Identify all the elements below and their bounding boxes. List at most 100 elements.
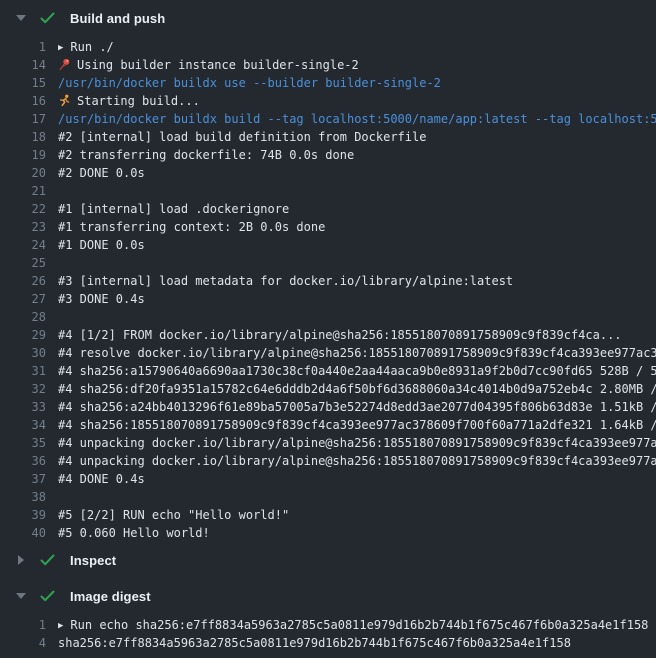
line-text-content: Starting build... [77,94,200,108]
section-header-build-and-push[interactable]: Build and push [0,0,656,36]
line-number[interactable]: 27 [0,290,46,308]
line-text-content: #2 [internal] load build definition from… [58,130,426,144]
line-number[interactable]: 21 [0,182,46,200]
line-number[interactable]: 30 [0,344,46,362]
line-number[interactable]: 25 [0,254,46,272]
line-text: #4 unpacking docker.io/library/alpine@sh… [58,434,656,452]
line-number[interactable]: 16 [0,92,46,110]
line-text: #1 DONE 0.0s [58,236,656,254]
line-number[interactable]: 14 [0,56,46,74]
log-line: 25 [0,254,656,272]
line-text: #1 transferring context: 2B 0.0s done [58,218,656,236]
log-line: 37#4 DONE 0.4s [0,470,656,488]
line-number[interactable]: 37 [0,470,46,488]
line-number[interactable]: 19 [0,146,46,164]
section-log-lines: 1 ▶ Run echo sha256:e7ff8834a5963a2785c5a0… [0,614,656,652]
run-toggle-icon[interactable]: ▶ [58,39,63,56]
line-number[interactable]: 29 [0,326,46,344]
line-text [58,254,656,272]
line-text-content: #4 resolve docker.io/library/alpine@sha2… [58,346,656,360]
log-line: 28 [0,308,656,326]
line-text: #5 0.060 Hello world! [58,524,656,542]
log-section-build-and-push: Build and push 1 ▶Run ./ 14 Using builder in… [0,0,656,542]
log-section-image-digest: Image digest 1 ▶ Run echo sha256:e7ff8834a5… [0,578,656,652]
runner-icon [58,94,71,107]
line-text-content: #4 sha256:185518070891758909c9f839cf4ca3… [58,418,656,432]
log-line: 36 #4 unpacking docker.io/library/alpine@… [0,452,656,470]
line-number[interactable]: 22 [0,200,46,218]
line-number[interactable]: 39 [0,506,46,524]
line-text: sha256:e7ff8834a5963a2785c5a0811e979d16b… [58,634,656,652]
line-text-content: #2 DONE 0.0s [58,166,145,180]
log-line: 17/usr/bin/docker buildx build --tag loc… [0,110,656,128]
line-text-content: #3 [internal] load metadata for docker.i… [58,274,513,288]
line-text: /usr/bin/docker buildx use --builder bui… [58,74,656,92]
log-line: 31 #4 sha256:a15790640a6690aa1730c38cf0a4… [0,362,656,380]
log-line: 19 #2 transferring dockerfile: 74B 0.0s d… [0,146,656,164]
line-text: Using builder instance builder-single-2 [58,56,656,74]
section-header-image-digest[interactable]: Image digest [0,578,656,614]
run-toggle-icon[interactable]: ▶ [58,617,63,634]
line-text: #3 [internal] load metadata for docker.i… [58,272,656,290]
section-title: Inspect [70,553,116,568]
pushpin-icon [58,58,71,71]
line-number[interactable]: 26 [0,272,46,290]
line-text: #4 sha256:df20fa9351a15782c64e6dddb2d4a6… [58,380,656,398]
line-text-content: #4 sha256:a15790640a6690aa1730c38cf0a440… [58,364,656,378]
line-text: #2 transferring dockerfile: 74B 0.0s don… [58,146,656,164]
line-text: #2 DONE 0.0s [58,164,656,182]
section-header-inspect[interactable]: Inspect [0,542,656,578]
line-number[interactable]: 1 [0,38,46,56]
line-number[interactable]: 38 [0,488,46,506]
line-text: #1 [internal] load .dockerignore [58,200,656,218]
log-line: 40 #5 0.060 Hello world! [0,524,656,542]
log-line: 21 [0,182,656,200]
log-line: 32 #4 sha256:df20fa9351a15782c64e6dddb2d4… [0,380,656,398]
log-line: 20 #2 DONE 0.0s [0,164,656,182]
log-line: 24 #1 DONE 0.0s [0,236,656,254]
line-text-content: #4 [1/2] FROM docker.io/library/alpine@s… [58,328,622,342]
line-number[interactable]: 1 [0,616,46,634]
log-line: 1 ▶Run ./ [0,38,656,56]
log-line: 26 #3 [internal] load metadata for docker… [0,272,656,290]
log-line: 16 Starting build... [0,92,656,110]
line-number[interactable]: 4 [0,634,46,652]
line-number[interactable]: 23 [0,218,46,236]
actions-log-panel: Build and push1▶Run ./14Using builder in… [0,0,656,652]
log-line: 14 Using builder instance builder-single-… [0,56,656,74]
chevron-right-icon[interactable] [15,555,27,565]
line-number[interactable]: 35 [0,434,46,452]
line-number[interactable]: 40 [0,524,46,542]
line-text-content: #4 unpacking docker.io/library/alpine@sh… [58,454,656,468]
log-line: 34 #4 sha256:185518070891758909c9f839cf4c… [0,416,656,434]
line-text: Starting build... [58,92,656,110]
line-number[interactable]: 31 [0,362,46,380]
line-number[interactable]: 34 [0,416,46,434]
line-text-content: #4 sha256:a24bb4013296f61e89ba57005a7b3e… [58,400,656,414]
line-number[interactable]: 28 [0,308,46,326]
line-number[interactable]: 24 [0,236,46,254]
line-text-content: #1 DONE 0.0s [58,238,145,252]
run-group-line-text[interactable]: ▶ Run echo sha256:e7ff8834a5963a2785c5a08… [58,616,656,634]
section-log-lines: 1 ▶Run ./ 14 Using builder instance builder… [0,36,656,542]
line-text-content: #4 unpacking docker.io/library/alpine@sh… [58,436,656,450]
line-number[interactable]: 18 [0,128,46,146]
line-text-content: Run echo sha256:e7ff8834a5963a2785c5a081… [70,618,648,632]
line-number[interactable]: 17 [0,110,46,128]
line-number[interactable]: 20 [0,164,46,182]
line-number[interactable]: 33 [0,398,46,416]
chevron-down-icon[interactable] [15,15,27,21]
line-text-content: #5 0.060 Hello world! [58,526,210,540]
run-group-line-text[interactable]: ▶Run ./ [58,38,656,56]
line-number[interactable]: 32 [0,380,46,398]
line-text: #5 [2/2] RUN echo "Hello world!" [58,506,656,524]
line-text-content: #1 transferring context: 2B 0.0s done [58,220,325,234]
log-line: 39 #5 [2/2] RUN echo "Hello world!" [0,506,656,524]
chevron-down-icon[interactable] [15,593,27,599]
line-text-content: #1 [internal] load .dockerignore [58,202,289,216]
line-text [58,308,656,326]
log-line: 29 #4 [1/2] FROM docker.io/library/alpine… [0,326,656,344]
line-number[interactable]: 15 [0,74,46,92]
log-line: 27#3 DONE 0.4s [0,290,656,308]
line-number[interactable]: 36 [0,452,46,470]
